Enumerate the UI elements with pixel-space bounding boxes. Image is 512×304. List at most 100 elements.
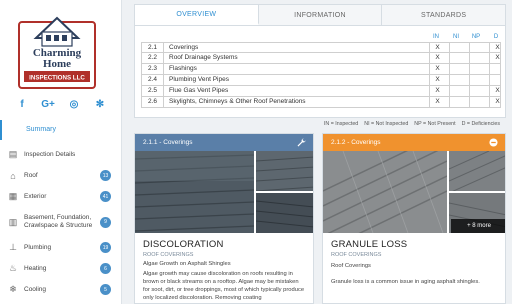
legend-item: IN = Inspected <box>323 121 359 127</box>
status-cell <box>469 86 485 96</box>
row-number: 2.4 <box>142 75 164 85</box>
table-row[interactable]: 2.4 Plumbing Vent Pipes X <box>141 75 501 86</box>
table-row[interactable]: 2.1 Coverings X X <box>141 42 501 53</box>
sidebar-item-label: Cooling <box>24 285 47 293</box>
plumbing-icon: ⊥ <box>9 242 17 252</box>
status-cell: X <box>429 97 445 107</box>
main-content: OVERVIEW INFORMATION STANDARDS IN NI NP D 2.1… <box>122 0 512 304</box>
card-header[interactable]: 2.1.1 - Coverings <box>135 134 313 151</box>
row-number: 2.6 <box>142 97 164 107</box>
table-row[interactable]: 2.5 Flue Gas Vent Pipes X X <box>141 86 501 97</box>
sidebar-item-label: Inspection Details <box>24 150 76 158</box>
card-header-title: 2.1.1 - Coverings <box>143 139 193 146</box>
table-row[interactable]: 2.3 Flashings X <box>141 64 501 75</box>
column-header: D <box>493 34 499 40</box>
count-badge: 9 <box>100 216 111 228</box>
tab-information[interactable]: INFORMATION <box>259 5 383 25</box>
card-body: GRANULE LOSS ROOF COVERINGS Roof Coverin… <box>323 233 505 286</box>
status-cell: X <box>429 43 445 53</box>
status-cell <box>469 97 485 107</box>
status-cell <box>469 75 485 85</box>
status-cell <box>489 64 505 74</box>
row-name: Coverings <box>169 44 199 51</box>
instagram-icon[interactable]: ◎ <box>68 98 80 110</box>
sidebar-item-plumbing[interactable]: ⊥ Plumbing 19 <box>0 237 121 258</box>
sidebar-item-label: Roof <box>24 171 38 179</box>
roof-photo[interactable] <box>256 193 313 233</box>
clipboard-icon: ▤ <box>8 149 18 159</box>
yelp-icon[interactable]: ✻ <box>94 98 106 110</box>
row-name: Flashings <box>169 65 197 72</box>
status-cell <box>469 64 485 74</box>
card-category: ROOF COVERINGS <box>143 252 194 258</box>
status-cell: X <box>489 43 505 53</box>
exterior-icon: ▦ <box>8 191 18 201</box>
legend: IN = Inspected NI = Not Inspected NP = Not… <box>318 121 500 127</box>
row-number: 2.1 <box>142 43 164 53</box>
status-cell <box>449 53 465 63</box>
minus-circle-icon[interactable] <box>489 138 498 147</box>
sidebar-item-basement[interactable]: ▥ Basement, Foundation, Crawlspace & Stru… <box>0 207 121 237</box>
table-row[interactable]: 2.2 Roof Drainage Systems X X <box>141 53 501 64</box>
facebook-icon[interactable]: f <box>16 98 28 110</box>
status-cell: X <box>429 53 445 63</box>
logo-line-2: Home <box>43 58 71 70</box>
status-cell: X <box>489 53 505 63</box>
card-title: DISCOLORATION <box>143 239 224 250</box>
table-row[interactable]: 2.6 Skylights, Chimneys & Other Roof Pene… <box>141 97 501 108</box>
overview-panel: IN NI NP D 2.1 Coverings X X 2.2 Roof Drainage S… <box>134 26 506 118</box>
summary-label: Summary <box>26 126 56 133</box>
status-cell <box>449 75 465 85</box>
card-description: Algae growth may cause discoloration on … <box>143 271 305 301</box>
column-header: NP <box>471 34 481 40</box>
roof-photo[interactable] <box>135 151 254 233</box>
count-badge: 13 <box>100 170 111 181</box>
legend-item: D = Deficiencies <box>461 121 500 127</box>
sidebar-item-exterior[interactable]: ▦ Exterior 41 <box>0 186 121 207</box>
comment-card-discoloration: 2.1.1 - Coverings DISCOLORATION ROOF COV… <box>134 133 314 304</box>
card-header[interactable]: 2.1.2 - Coverings <box>323 134 505 151</box>
photo-gallery <box>135 151 313 233</box>
status-cell: X <box>429 64 445 74</box>
status-cell: X <box>429 75 445 85</box>
more-photos-button[interactable]: + 8 more <box>451 219 505 233</box>
legend-item: NP = Not Present <box>414 121 456 127</box>
card-description: Granule loss is a common issue in aging … <box>331 279 480 285</box>
roof-photo[interactable] <box>449 151 505 191</box>
social-links: f G+ ◎ ✻ <box>16 98 106 110</box>
cooling-icon: ❄ <box>9 284 17 294</box>
status-cell <box>449 43 465 53</box>
sidebar-item-cooling[interactable]: ❄ Cooling 5 <box>0 279 121 300</box>
section-tabs: OVERVIEW INFORMATION STANDARDS <box>134 4 506 26</box>
sidebar-item-label: Heating <box>24 264 47 272</box>
sidebar-item-label: Plumbing <box>24 243 52 251</box>
tab-standards[interactable]: STANDARDS <box>382 5 505 25</box>
sidebar-nav: ▤ Inspection Details ⌂ Roof 13 ▦ Exterior 41 ▥ Ba… <box>0 144 121 300</box>
roof-photo[interactable] <box>323 151 447 233</box>
wrench-icon[interactable] <box>297 138 306 147</box>
row-name: Plumbing Vent Pipes <box>169 76 229 83</box>
row-number: 2.2 <box>142 53 164 63</box>
row-name: Roof Drainage Systems <box>169 54 238 61</box>
nav-summary[interactable]: Summary <box>0 120 121 140</box>
card-subtitle: Algae Growth on Asphalt Shingles <box>143 261 231 267</box>
sidebar-item-label: Exterior <box>24 192 47 200</box>
roof-photo[interactable]: + 8 more <box>449 193 505 233</box>
card-body: DISCOLORATION ROOF COVERINGS Algae Growt… <box>135 233 313 302</box>
logo-line-3: INSPECTIONS LLC <box>29 75 85 82</box>
status-cell <box>489 75 505 85</box>
tab-overview[interactable]: OVERVIEW <box>135 5 259 25</box>
card-category: ROOF COVERINGS <box>331 252 382 258</box>
count-badge: 19 <box>100 242 111 253</box>
roof-icon: ⌂ <box>10 170 16 181</box>
basement-icon: ▥ <box>8 216 18 227</box>
company-logo[interactable]: Charming Home INSPECTIONS LLC <box>18 8 96 90</box>
roof-photo[interactable] <box>256 151 313 191</box>
sidebar-item-roof[interactable]: ⌂ Roof 13 <box>0 165 121 186</box>
status-cell: X <box>429 86 445 96</box>
heating-icon: ♨ <box>8 263 18 273</box>
row-name: Flue Gas Vent Pipes <box>169 87 229 94</box>
google-plus-icon[interactable]: G+ <box>41 98 55 110</box>
sidebar-item-inspection[interactable]: ▤ Inspection Details <box>0 144 121 165</box>
sidebar-item-heating[interactable]: ♨ Heating 6 <box>0 258 121 279</box>
